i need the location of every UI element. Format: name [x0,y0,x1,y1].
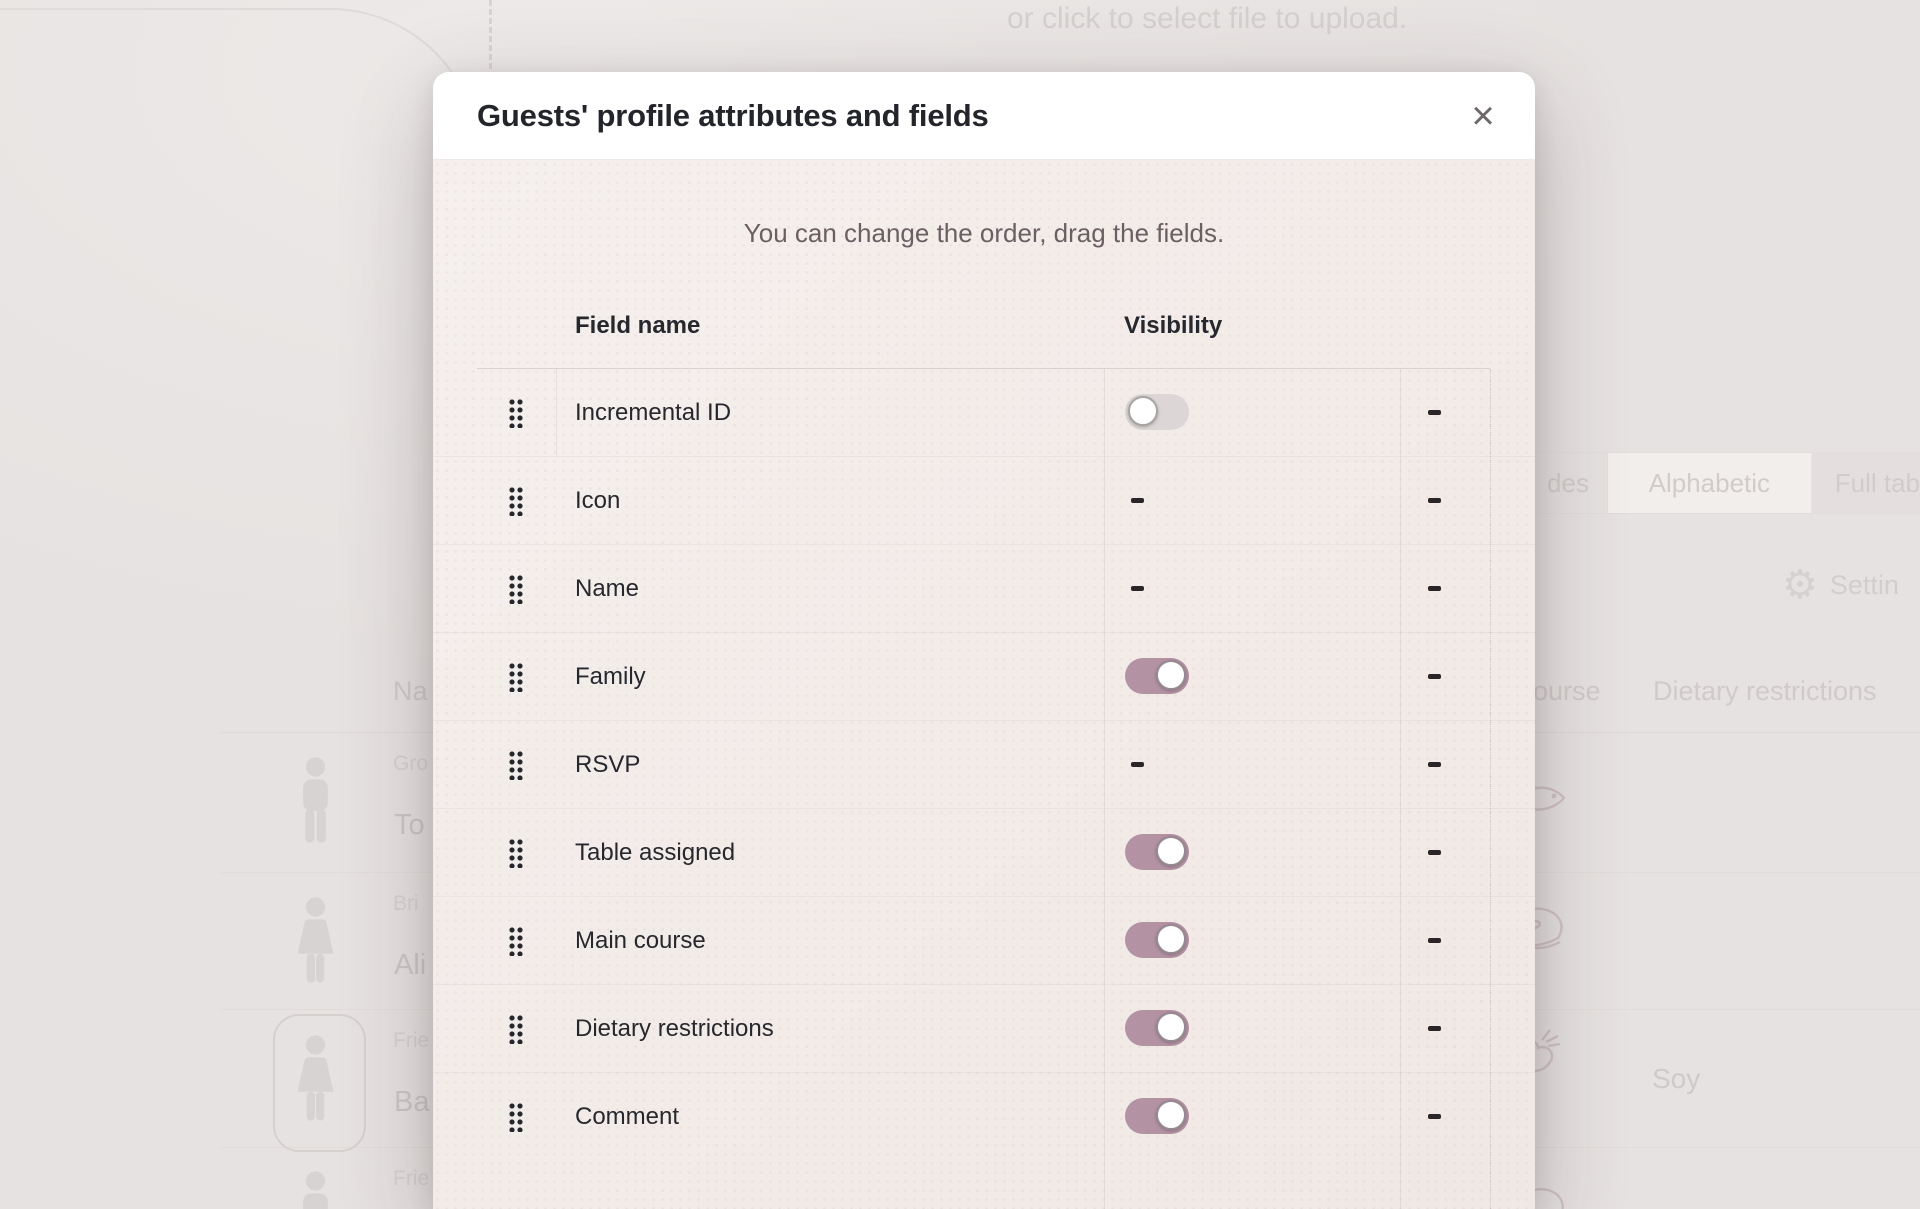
settings-label: Settin [1830,570,1899,601]
gear-icon: ⚙ [1782,565,1818,605]
visibility-toggle[interactable] [1125,922,1189,958]
visibility-cell [1125,721,1385,808]
field-label: Family [575,633,646,720]
drag-handle-icon[interactable] [508,574,524,604]
drag-handle-icon[interactable] [508,750,524,780]
drag-handle-icon[interactable] [508,838,524,868]
toggle-knob [1156,924,1186,954]
field-label: Main course [575,897,706,984]
bg-table-left-edge [222,732,223,1209]
visibility-cell [1125,545,1385,632]
toggle-knob [1156,1100,1186,1130]
field-rows: Incremental ID Icon [433,369,1535,1160]
column-header-field-name: Field name [575,312,700,340]
drag-handle-icon[interactable] [508,486,524,516]
guest-fields-dialog: Guests' profile attributes and fields × … [433,72,1535,1209]
dialog-header: Guests' profile attributes and fields × [433,72,1535,160]
view-segment-alphabetic: Alphabetic [1608,453,1812,513]
visibility-none-dash [1131,586,1144,591]
settings-button: ⚙ Settin [1782,560,1920,610]
field-row: Icon [433,457,1535,545]
secondary-none-dash [1428,498,1441,503]
bg-dietary-column-header: Dietary restrictions [1653,676,1877,707]
drag-handle-icon[interactable] [508,1014,524,1044]
visibility-cell [1125,985,1385,1072]
field-label: Name [575,545,639,632]
guest-name: To [394,809,434,842]
visibility-cell [1125,457,1385,544]
female-person-icon [288,896,343,984]
visibility-toggle[interactable] [1125,834,1189,870]
male-person-icon [288,756,343,844]
guest-group-label: Bri [393,892,434,916]
close-icon: × [1471,94,1494,138]
secondary-none-dash [1428,762,1441,767]
guest-group-label: Gro [393,752,434,776]
dialog-title: Guests' profile attributes and fields [477,98,989,134]
secondary-none-dash [1428,586,1441,591]
field-label: Dietary restrictions [575,985,774,1072]
field-row: Main course [433,897,1535,985]
guest-name: Ali [394,949,434,982]
visibility-none-dash [1131,498,1144,503]
view-segment-full-table: Full tab [1812,453,1920,513]
secondary-none-dash [1428,410,1441,415]
secondary-none-dash [1428,674,1441,679]
visibility-cell [1125,897,1385,984]
upload-dropzone-dashed-border [489,0,492,78]
field-row: Comment [433,1073,1535,1160]
field-label: Comment [575,1073,679,1160]
toggle-knob [1156,660,1186,690]
visibility-toggle[interactable] [1125,658,1189,694]
secondary-none-dash [1428,850,1441,855]
bg-main-course-column-header: ourse [1533,676,1601,707]
bg-icon-column-divider [368,732,369,1209]
guest-name: Ba [394,1086,434,1119]
dialog-body: You can change the order, drag the field… [433,160,1535,1209]
app-screen: or click to select file to upload. des A… [0,0,1920,1209]
drag-instruction-text: You can change the order, drag the field… [433,218,1535,249]
field-row: Name [433,545,1535,633]
field-row: Family [433,633,1535,721]
field-label: Icon [575,457,620,544]
field-label: Table assigned [575,809,735,896]
visibility-toggle[interactable] [1125,394,1189,430]
visibility-cell [1125,369,1385,456]
secondary-none-dash [1428,938,1441,943]
secondary-none-dash [1428,1026,1441,1031]
guest-group-label: Frie [393,1029,434,1053]
visibility-toggle[interactable] [1125,1098,1189,1134]
visibility-none-dash [1131,762,1144,767]
drag-handle-icon[interactable] [508,1102,524,1132]
upload-card-corner [0,8,480,610]
visibility-cell [1125,809,1385,896]
field-row: Dietary restrictions [433,985,1535,1073]
field-row: RSVP [433,721,1535,809]
field-row: Table assigned [433,809,1535,897]
field-label: RSVP [575,721,640,808]
secondary-none-dash [1428,1114,1441,1119]
female-person-icon [288,1034,343,1122]
drag-handle-icon[interactable] [508,398,524,428]
drag-handle-icon[interactable] [508,926,524,956]
toggle-knob [1156,836,1186,866]
field-label: Incremental ID [575,369,731,456]
bg-name-column-header: Na [393,676,428,707]
drag-handle-icon[interactable] [508,662,524,692]
guest-group-label: Frie [393,1167,434,1191]
field-row: Incremental ID [433,369,1535,457]
toggle-knob [1156,1012,1186,1042]
visibility-toggle[interactable] [1125,1010,1189,1046]
visibility-cell [1125,1073,1385,1160]
close-button[interactable]: × [1461,94,1505,138]
visibility-cell [1125,633,1385,720]
male-person-icon [288,1170,343,1209]
dietary-restriction-value: Soy [1652,1063,1700,1095]
upload-hint-text: or click to select file to upload. [1007,2,1447,36]
column-header-visibility: Visibility [1124,312,1222,340]
toggle-knob [1128,396,1158,426]
